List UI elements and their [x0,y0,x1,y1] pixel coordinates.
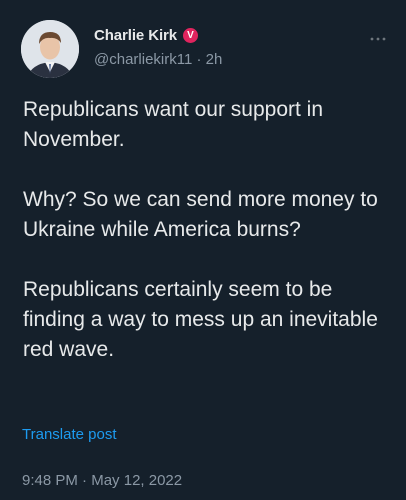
tweet-timestamp[interactable]: 9:48 PM · May 12, 2022 [22,472,182,489]
tweet-paragraph: Republicans want our support in November… [23,98,324,151]
timestamp-separator: · [82,472,88,489]
tweet-paragraph: Republicans certainly seem to be finding… [23,278,378,361]
more-horizontal-icon [370,37,386,41]
tweet-paragraph: Why? So we can send more money to Ukrain… [23,188,378,241]
tweet-date: May 12, 2022 [91,472,183,489]
author-name-row[interactable]: Charlie Kirk V [94,27,198,44]
tweet-time: 9:48 PM [22,472,78,489]
handle-separator: · [196,51,202,68]
time-ago[interactable]: 2h [206,51,223,68]
translate-post-link[interactable]: Translate post [22,426,117,443]
author-name[interactable]: Charlie Kirk [94,27,177,44]
more-options-icon[interactable] [370,30,386,41]
tweet-card: Charlie Kirk V @charliekirk11 · 2h Repub… [0,0,406,500]
verified-badge-icon: V [183,28,198,43]
author-handle[interactable]: @charliekirk11 [94,51,192,68]
tweet-body: Republicans want our support in November… [23,95,393,395]
author-handle-row: @charliekirk11 · 2h [94,51,222,68]
avatar-image [21,20,79,78]
avatar[interactable] [21,20,79,78]
